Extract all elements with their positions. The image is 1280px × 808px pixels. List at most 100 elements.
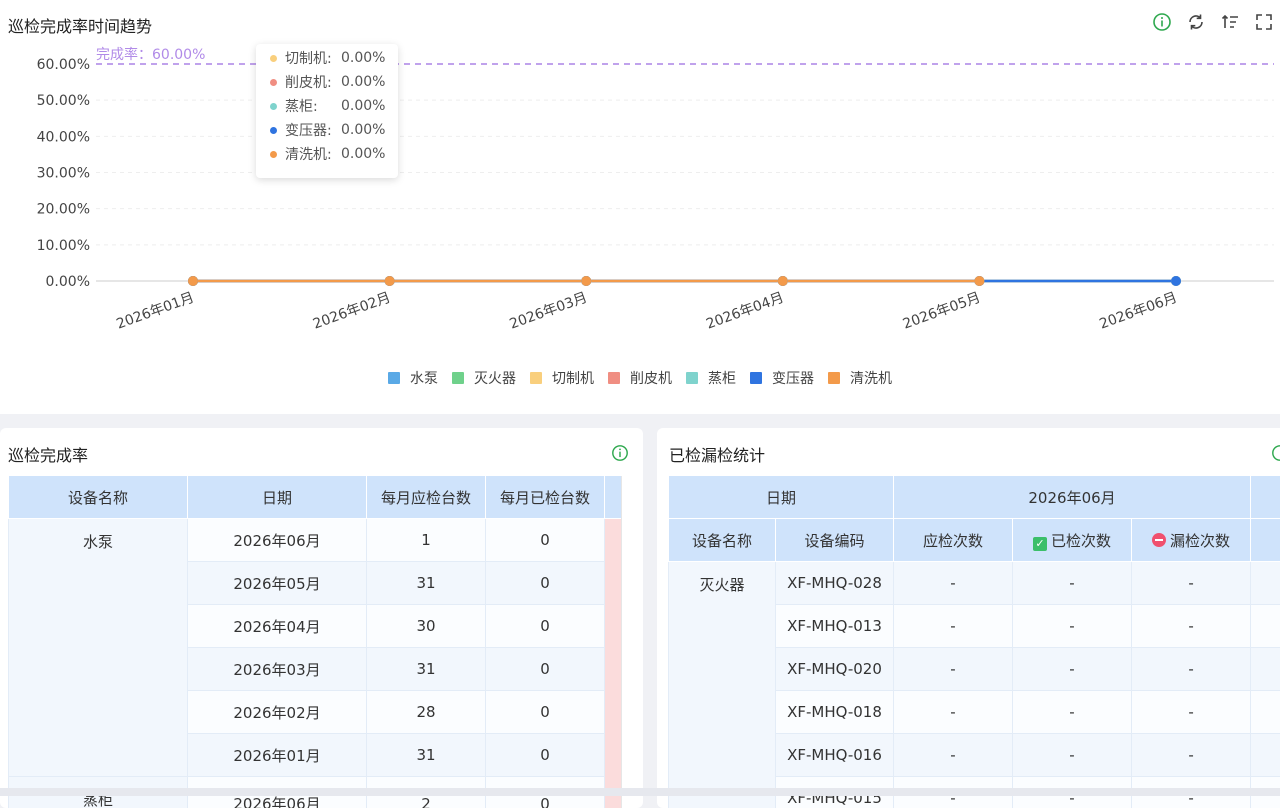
x-tick-label: 2026年06月 (1097, 290, 1179, 333)
info-icon[interactable] (1271, 444, 1280, 462)
rate-bar-cell (605, 519, 622, 562)
x-tick-label: 2026年02月 (311, 290, 393, 333)
legend-swatch-icon (750, 372, 762, 384)
legend-label: 切制机 (552, 368, 594, 388)
should-cell: 28 (367, 691, 486, 734)
rate-bar-cell (605, 648, 622, 691)
legend-item[interactable]: 切制机 (530, 368, 594, 388)
legend-label: 削皮机 (630, 368, 672, 388)
col-done-times[interactable]: ✓已检次数 (1013, 519, 1132, 562)
date-cell: 2026年01月 (188, 734, 367, 777)
code-cell: XF-MHQ-028 (776, 562, 894, 605)
done-cell: - (1013, 734, 1132, 777)
y-tick-label: 20.00% (37, 202, 90, 218)
legend-item[interactable]: 蒸柜 (686, 368, 736, 388)
col-extra (605, 476, 622, 519)
horizontal-scrollbar[interactable] (0, 788, 1280, 796)
y-tick-label: 40.00% (37, 129, 90, 145)
refresh-icon[interactable] (1186, 12, 1206, 32)
y-tick-label: 0.00% (46, 274, 90, 290)
table-row[interactable]: 灭火器XF-MHQ-028--- (669, 562, 1280, 605)
legend-item[interactable]: 灭火器 (452, 368, 516, 388)
missed-cell: - (1132, 562, 1251, 605)
col-should-count[interactable]: 每月应检台数 (367, 476, 486, 519)
done-cell: - (1013, 605, 1132, 648)
legend-label: 水泵 (410, 368, 438, 388)
date-cell: 2026年06月 (188, 519, 367, 562)
code-cell: XF-MHQ-013 (776, 605, 894, 648)
tooltip-row: 蒸柜:0.00% (270, 96, 385, 116)
chart-tooltip: 切制机:0.00%削皮机:0.00%蒸柜:0.00%变压器:0.00%清洗机:0… (256, 44, 398, 178)
tooltip-series-value: 0.00% (341, 50, 385, 66)
col-device-name[interactable]: 设备名称 (9, 476, 188, 519)
col-date[interactable]: 日期 (188, 476, 367, 519)
col-device-code[interactable]: 设备编码 (776, 519, 894, 562)
x-tick-label: 2026年03月 (508, 290, 590, 333)
tooltip-series-value: 0.00% (341, 74, 385, 90)
legend-swatch-icon (452, 372, 464, 384)
x-tick-label: 2026年04月 (704, 290, 786, 333)
next-month-cell (1251, 648, 1280, 691)
done-cell: - (1013, 562, 1132, 605)
legend-label: 变压器 (772, 368, 814, 388)
tooltip-series-name: 清洗机: (285, 144, 341, 164)
date-cell: 2026年05月 (188, 562, 367, 605)
col-next-group (1251, 476, 1280, 519)
check-icon: ✓ (1033, 537, 1047, 551)
table-row[interactable]: 水泵2026年06月10 (9, 519, 622, 562)
y-tick-label: 10.00% (37, 238, 90, 254)
legend-label: 蒸柜 (708, 368, 736, 388)
done-cell: 0 (486, 648, 605, 691)
trend-panel-title: 巡检完成率时间趋势 (8, 13, 152, 37)
series-dot-icon (270, 79, 277, 86)
next-month-cell (1251, 605, 1280, 648)
series-point-6 (974, 276, 984, 286)
date-cell: 2026年02月 (188, 691, 367, 734)
info-icon[interactable] (611, 444, 629, 462)
tooltip-series-name: 蒸柜: (285, 96, 341, 116)
info-icon[interactable] (1152, 12, 1172, 32)
should-cell: - (894, 562, 1013, 605)
col-device-name[interactable]: 设备名称 (669, 519, 776, 562)
missed-cell: - (1132, 648, 1251, 691)
stats-table: 日期 2026年06月 设备名称 设备编码 应检次数 ✓已检次数 漏检次数 灭火… (668, 475, 1280, 808)
legend-item[interactable]: 削皮机 (608, 368, 672, 388)
sort-icon[interactable] (1220, 12, 1240, 32)
legend-item[interactable]: 清洗机 (828, 368, 892, 388)
legend-swatch-icon (686, 372, 698, 384)
table-scrollbar[interactable] (621, 476, 634, 808)
legend-item[interactable]: 变压器 (750, 368, 814, 388)
x-tick-label: 2026年05月 (901, 290, 983, 333)
should-cell: - (894, 605, 1013, 648)
tooltip-series-value: 0.00% (341, 146, 385, 162)
next-month-cell (1251, 734, 1280, 777)
col-missed-times[interactable]: 漏检次数 (1132, 519, 1251, 562)
col-done-count[interactable]: 每月已检台数 (486, 476, 605, 519)
done-cell: 0 (486, 519, 605, 562)
col-month-group[interactable]: 2026年06月 (894, 476, 1251, 519)
legend-item[interactable]: 水泵 (388, 368, 438, 388)
rate-bar-cell (605, 734, 622, 777)
tooltip-row: 切制机:0.00% (270, 48, 385, 68)
code-cell: XF-MHQ-018 (776, 691, 894, 734)
legend-swatch-icon (828, 372, 840, 384)
missed-cell: - (1132, 734, 1251, 777)
series-point-6 (385, 276, 395, 286)
inspection-stats-card: 已检漏检统计 日期 2026年06月 设备名称 设备编码 应检次数 ✓已检次数 … (657, 428, 1280, 808)
series-point-5 (1171, 276, 1181, 286)
tooltip-row: 清洗机:0.00% (270, 144, 385, 164)
fullscreen-icon[interactable] (1254, 12, 1274, 32)
markline-label: 完成率：60.00% (96, 46, 205, 63)
x-tick-label: 2026年01月 (114, 290, 196, 333)
series-dot-icon (270, 151, 277, 158)
legend-label: 清洗机 (850, 368, 892, 388)
done-cell: 0 (486, 691, 605, 734)
chart-legend: 水泵灭火器 切制机 削皮机 蒸柜 变压器 清洗机 (0, 368, 1280, 388)
tooltip-series-name: 切制机: (285, 48, 341, 68)
series-point-6 (581, 276, 591, 286)
rate-bar-cell (605, 691, 622, 734)
col-date-group[interactable]: 日期 (669, 476, 894, 519)
col-should-times[interactable]: 应检次数 (894, 519, 1013, 562)
trend-line-chart: 0.00%10.00%20.00%30.00%40.00%50.00%60.00… (0, 40, 1280, 350)
done-cell: 0 (486, 562, 605, 605)
